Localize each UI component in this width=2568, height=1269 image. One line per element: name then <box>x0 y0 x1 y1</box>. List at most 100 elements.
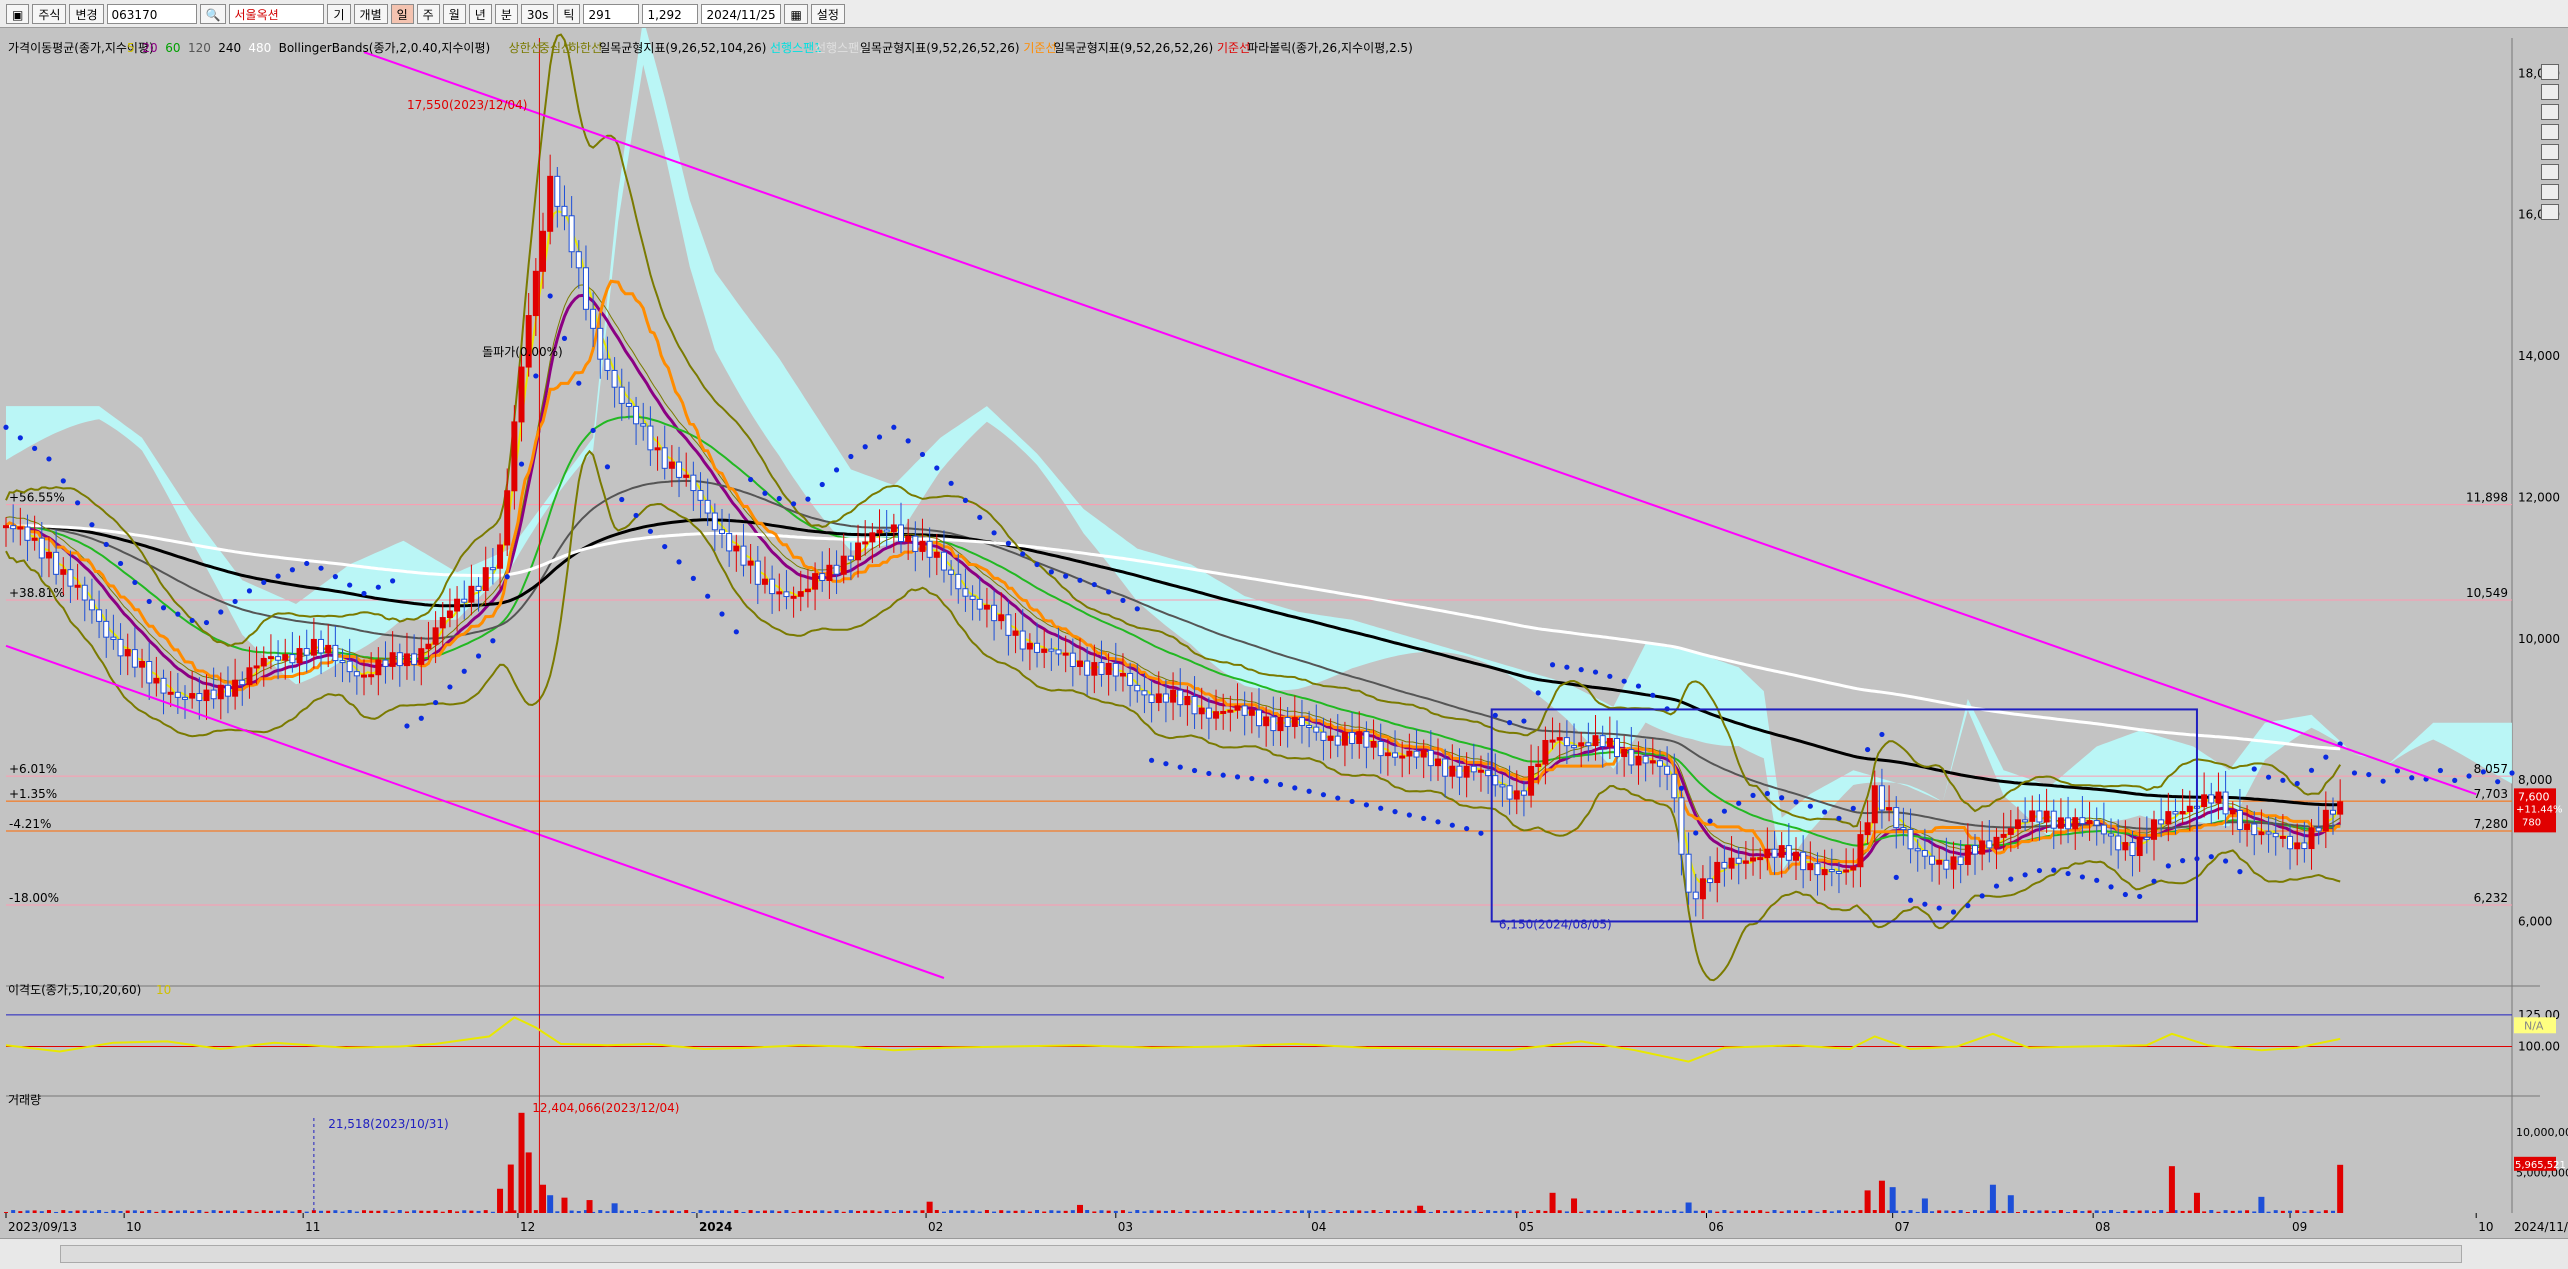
candle-body-468 <box>1678 797 1685 855</box>
line-tool-icon[interactable] <box>2541 84 2559 100</box>
candle-body-364 <box>1306 724 1313 728</box>
sar-dot-168 <box>604 464 611 470</box>
volume-bar-280 <box>1006 1210 1011 1213</box>
rect-tool-icon[interactable] <box>2541 144 2559 160</box>
date-input[interactable]: 2024/11/25 <box>701 3 782 24</box>
sar-dot-372 <box>1335 795 1341 801</box>
search-icon[interactable]: 🔍 <box>199 3 227 24</box>
volume-bar-568 <box>2037 1210 2042 1213</box>
candle-body-32 <box>117 638 124 657</box>
stock-name-field[interactable]: 서울옥션 <box>229 3 325 24</box>
legend-item-15: 기준선 <box>1023 41 1056 55</box>
calendar-icon[interactable]: ▦ <box>784 3 808 24</box>
volume-bar-322 <box>1156 1210 1161 1213</box>
sar-dot-84 <box>304 560 310 567</box>
period-button-0[interactable]: 기 <box>327 3 351 24</box>
volume-spike-24 <box>2337 1164 2344 1213</box>
candle-body-548 <box>1964 845 1971 865</box>
sar-dot-560 <box>2008 876 2014 882</box>
candle-body-164 <box>590 308 597 329</box>
candle-body-36 <box>131 649 138 668</box>
sar-dot-236 <box>848 453 854 460</box>
stock-code-input[interactable]: 063170 <box>106 3 197 24</box>
candle-body-116 <box>418 648 425 665</box>
sar-dot-672 <box>2409 775 2415 781</box>
sar-dot-452 <box>1621 678 1627 684</box>
candle-body-246 <box>883 529 890 533</box>
volume-bar-64 <box>233 1210 238 1213</box>
candle-body-516 <box>1850 866 1857 871</box>
volume-bar-626 <box>2245 1210 2250 1213</box>
volume-bar-6 <box>25 1210 30 1213</box>
candle-body-432 <box>1549 739 1556 743</box>
period-button-5[interactable]: 년 <box>468 3 492 24</box>
erase-tool-icon[interactable] <box>2541 204 2559 220</box>
candle-body-140 <box>504 490 511 546</box>
circle-tool-icon[interactable] <box>2541 124 2559 140</box>
period-button-7[interactable]: 30s <box>520 3 555 24</box>
volume-spike-2 <box>518 1112 525 1213</box>
period-button-4[interactable]: 월 <box>442 3 466 24</box>
period-button-1[interactable]: 개별 <box>353 3 388 24</box>
volume-spike-7 <box>586 1200 593 1213</box>
volume-bar-416 <box>1493 1210 1498 1213</box>
candle-body-458 <box>1642 755 1649 764</box>
sar-dot-588 <box>2108 884 2114 890</box>
volume-bar-210 <box>755 1211 760 1213</box>
candle-body-174 <box>625 402 632 407</box>
volume-bar-538 <box>1930 1211 1935 1213</box>
volume-bar-148 <box>533 1210 538 1213</box>
period-button-2[interactable]: 일 <box>390 3 414 24</box>
ratio-input[interactable]: 1,292 <box>642 3 699 24</box>
pointer-tool-icon[interactable] <box>2541 64 2559 80</box>
volume-bar-34 <box>125 1210 130 1213</box>
menu-icon[interactable]: ▣ <box>6 3 30 24</box>
market-select[interactable]: 주식 <box>32 3 67 24</box>
change-button[interactable]: 변경 <box>69 3 104 24</box>
sar-dot-448 <box>1607 673 1613 679</box>
sar-dot-604 <box>2165 863 2171 869</box>
fibo-tool-icon[interactable] <box>2541 184 2559 200</box>
candle-body-570 <box>2043 810 2050 823</box>
candle-body-622 <box>2229 809 2236 815</box>
legend-item-17: 기준선 <box>1217 41 1250 55</box>
volume-bar-650 <box>2331 1210 2335 1213</box>
candle-body-326 <box>1170 689 1177 703</box>
volume-bar-232 <box>834 1210 839 1213</box>
volume-bar-196 <box>705 1211 710 1213</box>
period-button-6[interactable]: 분 <box>494 3 518 24</box>
candle-body-632 <box>2265 831 2272 835</box>
sar-dot-204 <box>733 629 739 635</box>
candle-body-70 <box>253 665 260 669</box>
legend-item-4: 120 <box>188 41 211 55</box>
volume-bar-204 <box>734 1210 739 1213</box>
candle-body-12 <box>45 551 52 559</box>
volume-bar-644 <box>2309 1210 2314 1213</box>
candle-body-74 <box>267 656 274 660</box>
candle-body-652 <box>2337 801 2344 815</box>
stock-chart[interactable]: +56.55% 11,898 +38.81% 10,549 +6.01% 8,057 +1.… <box>0 28 2568 1238</box>
period-button-8[interactable]: 틱 <box>557 3 581 24</box>
candle-body-550 <box>1972 845 1978 855</box>
volume-bar-158 <box>569 1210 574 1213</box>
candle-body-372 <box>1334 735 1341 746</box>
period-button-3[interactable]: 주 <box>416 3 440 24</box>
settings-button[interactable]: 설정 <box>810 3 845 24</box>
candle-body-42 <box>153 677 160 684</box>
candle-body-332 <box>1191 695 1198 715</box>
volume-bar-2 <box>11 1210 16 1213</box>
pen-tool-icon[interactable] <box>2541 104 2559 120</box>
candle-body-344 <box>1234 705 1241 711</box>
volume-spike-15 <box>1864 1190 1871 1213</box>
volume-bar-576 <box>2066 1211 2071 1213</box>
candle-body-168 <box>604 358 611 371</box>
candle-body-252 <box>905 535 912 543</box>
volume-bar-38 <box>140 1211 145 1213</box>
candle-body-88 <box>318 638 325 654</box>
count-input[interactable]: 291 <box>583 3 640 24</box>
candle-body-478 <box>1714 861 1721 884</box>
candle-body-424 <box>1520 790 1527 796</box>
text-tool-icon[interactable] <box>2541 164 2559 180</box>
chart-scrollbar[interactable] <box>60 1245 2462 1263</box>
candle-body-598 <box>2143 836 2150 840</box>
